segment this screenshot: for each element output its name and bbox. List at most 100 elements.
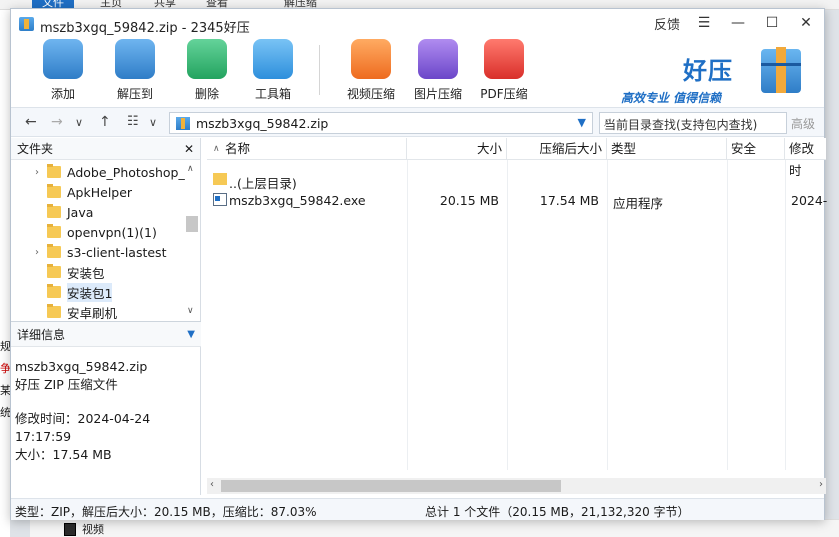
- details-type: 好压 ZIP 压缩文件: [15, 377, 118, 392]
- toolbox-button[interactable]: 工具箱: [243, 39, 303, 102]
- folder-icon: [47, 264, 61, 278]
- toolbar-separator: [319, 45, 320, 95]
- status-bar: 类型：ZIP，解压后大小：20.15 MB，压缩比：87.03% 总计 1 个文…: [11, 498, 824, 520]
- folder-pane: 文件夹 ✕ › Adobe_Photoshop_ ApkHelper Java o…: [11, 138, 201, 495]
- details-modified: 修改时间：2024-04-24 17:17:59: [15, 411, 151, 444]
- up-arrow-icon[interactable]: ↑: [99, 114, 111, 130]
- background-bottom: [30, 519, 839, 537]
- exe-file-icon: [213, 193, 227, 206]
- scroll-left-icon[interactable]: ‹: [210, 479, 214, 490]
- column-name[interactable]: ∧ 名称: [207, 138, 407, 160]
- column-name-label: 名称: [225, 141, 251, 156]
- image-compress-button[interactable]: 图片压缩: [408, 39, 468, 102]
- column-security[interactable]: 安全: [727, 138, 785, 160]
- haozip-brand: 好压 高效专业 值得信赖: [621, 47, 801, 109]
- toolbar: 添加 解压到 删除 工具箱 视频压缩 图片压缩 PDF压缩 好压 高效专业 值得…: [11, 37, 824, 107]
- folder-icon: [47, 284, 61, 298]
- bg-video-label: 视频: [82, 523, 104, 536]
- expand-chevron-icon[interactable]: ›: [27, 247, 47, 258]
- folder-tree-scrollbar[interactable]: ∧ ∨: [185, 160, 199, 320]
- folder-item[interactable]: openvpn(1)(1): [11, 222, 186, 242]
- scroll-right-icon[interactable]: ›: [819, 479, 823, 490]
- pdf-compress-button[interactable]: PDF压缩: [474, 39, 534, 102]
- video-compress-icon: [351, 39, 391, 79]
- add-button[interactable]: 添加: [33, 39, 93, 102]
- folder-item[interactable]: 安卓刷机: [11, 302, 186, 320]
- path-text: mszb3xgq_59842.zip: [196, 115, 329, 131]
- folder-item[interactable]: 安装包: [11, 262, 186, 282]
- extract-label: 解压到: [116, 87, 153, 101]
- brand-slogan: 高效专业 值得信赖: [621, 91, 722, 105]
- view-mode-icon[interactable]: ☷: [127, 114, 139, 129]
- status-right: 总计 1 个文件（20.15 MB，21,132,320 字节）: [425, 505, 690, 519]
- haozip-logo-icon: [761, 47, 801, 93]
- close-button[interactable]: ✕: [796, 13, 816, 33]
- folder-name: openvpn(1)(1): [67, 224, 157, 240]
- maximize-button[interactable]: ☐: [762, 13, 782, 33]
- folder-icon: [47, 304, 61, 318]
- folder-item[interactable]: › Adobe_Photoshop_: [11, 162, 186, 182]
- advanced-search-button[interactable]: 高级: [791, 115, 815, 132]
- column-size[interactable]: 大小: [407, 138, 507, 160]
- folder-name: ApkHelper: [67, 184, 133, 200]
- folder-item-selected[interactable]: 安装包1: [11, 282, 186, 302]
- cell-packed-size: 17.54 MB: [539, 193, 599, 208]
- toolbox-icon: [253, 39, 293, 79]
- back-arrow-icon[interactable]: ←: [25, 114, 37, 130]
- image-compress-icon: [418, 39, 458, 79]
- extract-button[interactable]: 解压到: [105, 39, 165, 102]
- menu-icon[interactable]: ☰: [694, 13, 714, 33]
- folder-icon: [47, 244, 61, 258]
- folder-name: 安装包1: [67, 282, 113, 302]
- details-header[interactable]: 详细信息 ▼: [11, 321, 201, 347]
- path-dropdown-icon[interactable]: ▼: [578, 116, 586, 129]
- file-list: ∧ 名称 大小 压缩后大小 类型 安全 修改时 ..(上层目录) mszb3xg…: [207, 138, 827, 495]
- details-size: 大小：17.54 MB: [15, 447, 112, 462]
- column-packed-size[interactable]: 压缩后大小: [507, 138, 607, 160]
- image-compress-label: 图片压缩: [413, 87, 462, 101]
- video-compress-button[interactable]: 视频压缩: [341, 39, 401, 102]
- folder-pane-title: 文件夹: [17, 142, 54, 156]
- folder-item[interactable]: › s3-client-lastest: [11, 242, 186, 262]
- search-input[interactable]: 当前目录查找(支持包内查找) ⌕: [599, 112, 787, 134]
- expand-chevron-icon[interactable]: ›: [27, 167, 47, 178]
- column-type[interactable]: 类型: [607, 138, 727, 160]
- folder-name: Java: [67, 204, 94, 220]
- horizontal-scrollbar[interactable]: ‹ ›: [207, 478, 826, 494]
- cell-type: 应用程序: [613, 196, 664, 211]
- delete-button[interactable]: 删除: [177, 39, 237, 102]
- folder-icon: [47, 224, 61, 238]
- window-title: mszb3xgq_59842.zip - 2345好压: [40, 21, 250, 36]
- scrollbar-thumb[interactable]: [186, 216, 198, 232]
- path-box[interactable]: mszb3xgq_59842.zip ▼: [169, 112, 593, 134]
- forward-arrow-icon[interactable]: →: [51, 114, 63, 130]
- column-modified[interactable]: 修改时: [785, 138, 826, 178]
- history-chevron-icon[interactable]: ∨: [75, 116, 83, 129]
- folder-icon: [47, 184, 61, 198]
- address-bar: ← → ∨ ↑ ☷ ∨ mszb3xgq_59842.zip ▼ 当前目录查找(…: [11, 107, 824, 137]
- brand-name: 好压: [683, 57, 733, 85]
- close-icon[interactable]: ✕: [184, 142, 194, 156]
- parent-directory-row[interactable]: ..(上层目录): [207, 170, 826, 191]
- folder-name: 安卓刷机: [67, 305, 118, 321]
- scrollbar-thumb[interactable]: [221, 480, 561, 492]
- folder-item[interactable]: ApkHelper: [11, 182, 186, 202]
- folder-item[interactable]: Java: [11, 202, 186, 222]
- folder-icon: [47, 164, 61, 178]
- feedback-link[interactable]: 反馈: [654, 14, 680, 33]
- view-mode-chevron-icon[interactable]: ∨: [149, 116, 157, 129]
- title-bar[interactable]: mszb3xgq_59842.zip - 2345好压 反馈 ☰ — ☐ ✕: [11, 9, 824, 39]
- minimize-button[interactable]: —: [728, 13, 748, 33]
- collapse-triangle-icon[interactable]: ▼: [187, 329, 195, 340]
- scroll-down-icon[interactable]: ∨: [187, 306, 194, 316]
- cell-size: 20.15 MB: [439, 193, 499, 208]
- bg-video-item[interactable]: 视频: [64, 521, 104, 537]
- cell-name: mszb3xgq_59842.exe: [229, 193, 366, 208]
- video-folder-icon: [64, 522, 76, 536]
- search-icon[interactable]: ⌕: [604, 114, 782, 130]
- details-panel: mszb3xgq_59842.zip 好压 ZIP 压缩文件 修改时间：2024…: [15, 358, 200, 464]
- table-row[interactable]: mszb3xgq_59842.exe 20.15 MB 17.54 MB 应用程…: [207, 190, 827, 211]
- haozip-window: mszb3xgq_59842.zip - 2345好压 反馈 ☰ — ☐ ✕ 添…: [10, 8, 827, 520]
- folder-icon: [213, 173, 227, 185]
- scroll-up-icon[interactable]: ∧: [187, 164, 194, 174]
